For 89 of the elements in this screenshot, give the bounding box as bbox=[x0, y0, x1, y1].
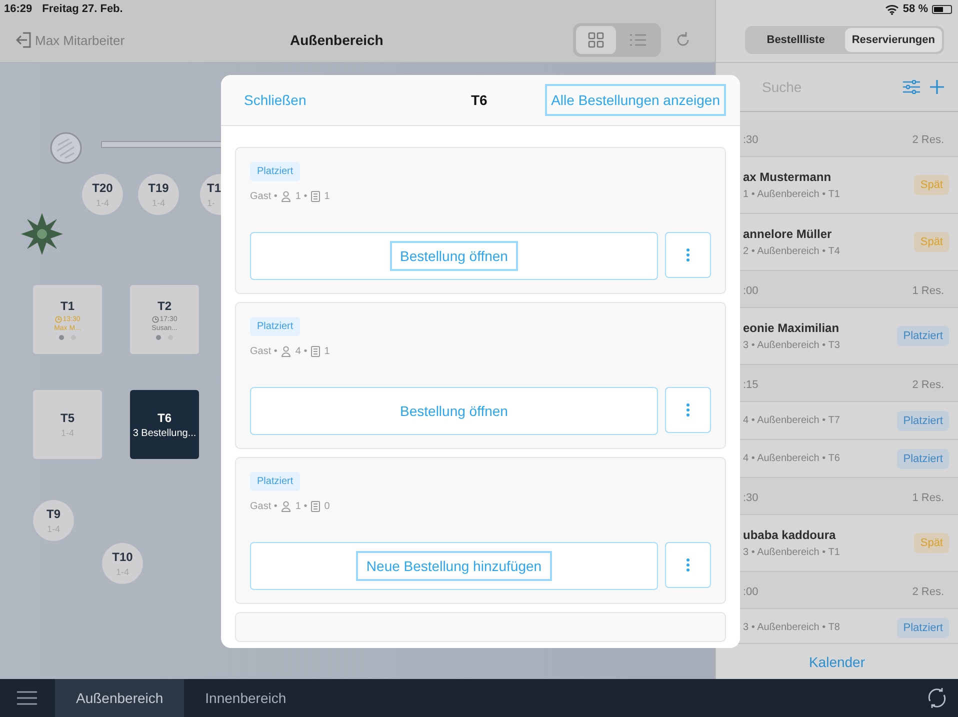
order-count: 1 bbox=[324, 346, 330, 357]
sync-icon[interactable] bbox=[926, 687, 948, 709]
table-label: T19 bbox=[148, 181, 169, 195]
segment-tab[interactable]: Reservierungen bbox=[844, 28, 942, 52]
receipt-icon bbox=[311, 346, 320, 357]
battery-percent: 58 % bbox=[902, 3, 928, 15]
add-icon[interactable] bbox=[930, 80, 944, 94]
guest-name: annelore Müller bbox=[743, 227, 833, 241]
receipt-icon bbox=[311, 501, 320, 512]
guest-label: Gast • bbox=[250, 191, 278, 202]
reservation-detail: 1 • Außenbereich • T1 bbox=[743, 189, 840, 200]
table-seats: 3 Bestellung... bbox=[132, 428, 196, 438]
more-icon bbox=[686, 248, 690, 262]
status-time: 16:29 bbox=[4, 3, 32, 15]
vent-icon bbox=[50, 132, 82, 164]
screen-title: Außenbereich bbox=[290, 32, 384, 48]
plant-icon bbox=[19, 211, 65, 257]
action-label: Bestellung öffnen bbox=[399, 402, 509, 421]
status-badge: Platziert bbox=[897, 618, 949, 638]
dialog-title: T6 bbox=[471, 92, 488, 108]
area-tab[interactable]: Außenbereich bbox=[55, 679, 184, 717]
group-time: :00 bbox=[743, 285, 758, 297]
table-label: T20 bbox=[92, 181, 113, 195]
person-count: 1 • bbox=[295, 501, 308, 512]
table-label: T1 bbox=[60, 299, 74, 313]
battery-icon bbox=[932, 4, 952, 14]
status-badge: Platziert bbox=[897, 326, 949, 346]
reservation-count: 1 Res. bbox=[912, 492, 944, 504]
status-badge: Platziert bbox=[897, 448, 949, 468]
person-icon bbox=[281, 191, 292, 202]
reservation-detail: 3 • Außenbereich • T8 bbox=[743, 622, 840, 633]
table-label: T1 bbox=[207, 181, 222, 195]
area-tab[interactable]: Innenbereich bbox=[184, 679, 308, 717]
more-icon bbox=[686, 558, 690, 572]
order-count: 1 bbox=[324, 191, 330, 202]
guest-name: ubaba kaddoura bbox=[743, 528, 837, 542]
wifi-icon bbox=[884, 4, 899, 14]
reservation-detail: 4 • Außenbereich • T6 bbox=[743, 453, 840, 464]
clock-icon bbox=[54, 316, 62, 323]
reservation-count: 2 Res. bbox=[912, 134, 944, 146]
table-label: T6 bbox=[157, 410, 172, 424]
status-badge: Spät bbox=[914, 232, 949, 252]
segment-tab[interactable]: Bestellliste bbox=[746, 28, 845, 52]
reservation-count: 2 Res. bbox=[912, 586, 944, 598]
reservation-detail: 4 • Außenbereich • T7 bbox=[743, 415, 840, 426]
action-label: Neue Bestellung hinzufügen bbox=[356, 551, 552, 581]
action-label: Bestellung öffnen bbox=[390, 241, 518, 271]
reservation-detail: 3 • Außenbereich • T1 bbox=[743, 547, 840, 558]
list-icon bbox=[629, 33, 647, 47]
status-badge: Platziert bbox=[250, 317, 300, 336]
table-label: T9 bbox=[46, 507, 60, 521]
filter-icon[interactable] bbox=[903, 80, 920, 94]
reservation-count: 2 Res. bbox=[912, 379, 944, 391]
more-button[interactable] bbox=[665, 232, 711, 278]
group-time: :30 bbox=[743, 134, 758, 146]
status-badge: Spät bbox=[914, 175, 949, 195]
status-date: Freitag 27. Feb. bbox=[42, 3, 123, 15]
status-badge: Platziert bbox=[897, 410, 949, 430]
reservation-count: 1 Res. bbox=[912, 285, 944, 297]
order-count: 0 bbox=[324, 501, 330, 512]
guest-name: eonie Maximilian bbox=[743, 321, 840, 335]
guest-label: Gast • bbox=[250, 501, 278, 512]
status-badge: Spät bbox=[914, 533, 949, 553]
reservation-detail: 3 • Außenbereich • T3 bbox=[743, 340, 840, 351]
status-badge: Platziert bbox=[250, 472, 300, 491]
receipt-icon bbox=[311, 191, 320, 202]
person-icon bbox=[281, 346, 292, 357]
more-button[interactable] bbox=[665, 542, 711, 588]
more-icon bbox=[686, 403, 690, 417]
table-label: T2 bbox=[157, 299, 172, 313]
grid-view-button[interactable] bbox=[576, 26, 616, 54]
table-label: T10 bbox=[112, 550, 133, 564]
guest-name: ax Mustermann bbox=[743, 170, 832, 184]
grid-icon bbox=[588, 32, 604, 48]
menu-icon[interactable] bbox=[17, 691, 37, 705]
status-badge: Platziert bbox=[250, 162, 300, 181]
more-button[interactable] bbox=[665, 387, 711, 433]
clock-icon bbox=[152, 316, 159, 323]
group-time: :00 bbox=[743, 586, 758, 598]
group-time: :15 bbox=[743, 379, 758, 391]
group-time: :30 bbox=[743, 492, 758, 504]
person-count: 1 • bbox=[295, 191, 308, 202]
person-icon bbox=[281, 501, 292, 512]
reservation-detail: 2 • Außenbereich • T4 bbox=[743, 246, 840, 257]
table[interactable]: T6 3 Bestellung... bbox=[130, 390, 199, 459]
guest-label: Gast • bbox=[250, 346, 278, 357]
logout-icon bbox=[14, 31, 34, 49]
person-count: 4 • bbox=[295, 346, 308, 357]
table-label: T5 bbox=[60, 411, 74, 425]
